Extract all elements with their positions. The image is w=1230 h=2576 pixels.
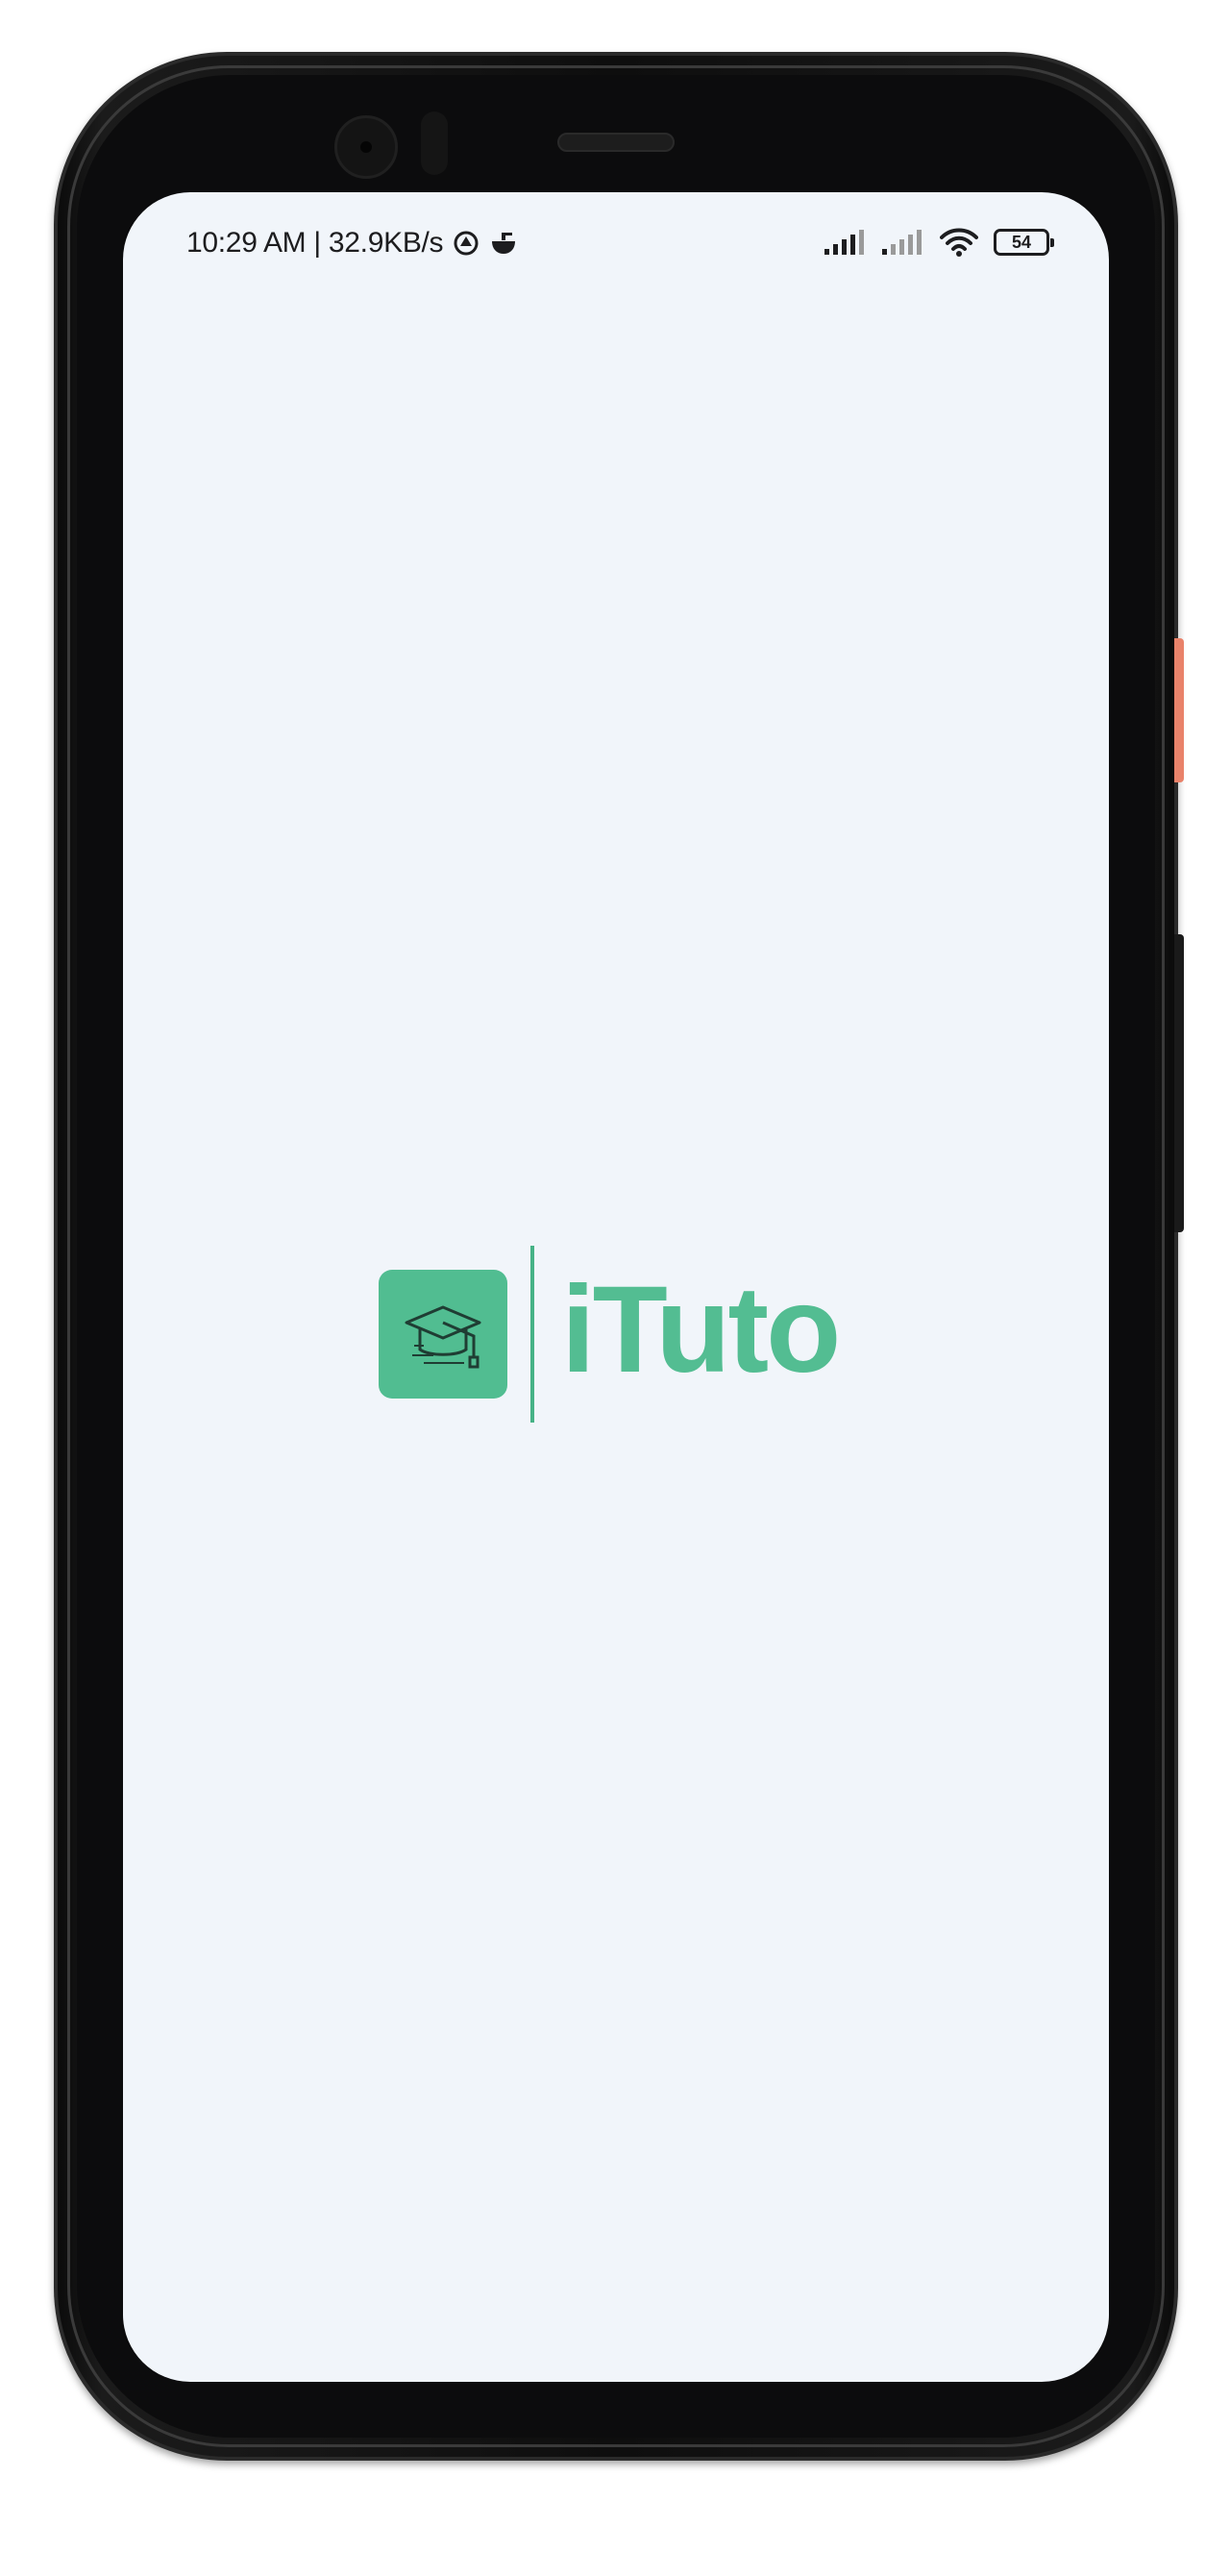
app-screen: 10:29 AM | 32.9KB/s 54 iTuto: [123, 192, 1109, 2382]
graduation-cap-icon: [379, 1270, 507, 1399]
power-button: [1174, 638, 1184, 782]
battery-icon: 54: [994, 229, 1054, 256]
logo-divider: [530, 1246, 534, 1423]
battery-level: 54: [1011, 232, 1032, 252]
device-mockup: 10:29 AM | 32.9KB/s 54 iTuto: [0, 0, 1230, 2576]
app-name: iTuto: [561, 1261, 841, 1399]
volume-button: [1174, 934, 1184, 1232]
splash-logo: iTuto: [379, 1238, 841, 1430]
status-time-speed: 10:29 AM | 32.9KB/s: [186, 227, 444, 259]
wifi-icon: [940, 227, 978, 258]
app-notification-icon: [489, 230, 518, 257]
signal-icon-sim2: [882, 230, 924, 255]
status-bar: 10:29 AM | 32.9KB/s 54: [123, 192, 1109, 308]
signal-icon-sim1: [824, 230, 867, 255]
front-camera-icon: [334, 115, 398, 179]
proximity-sensor: [421, 111, 448, 175]
earpiece-speaker: [557, 133, 675, 152]
sync-icon: [453, 230, 480, 257]
status-right: 54: [824, 227, 1054, 258]
status-left: 10:29 AM | 32.9KB/s: [186, 227, 518, 260]
